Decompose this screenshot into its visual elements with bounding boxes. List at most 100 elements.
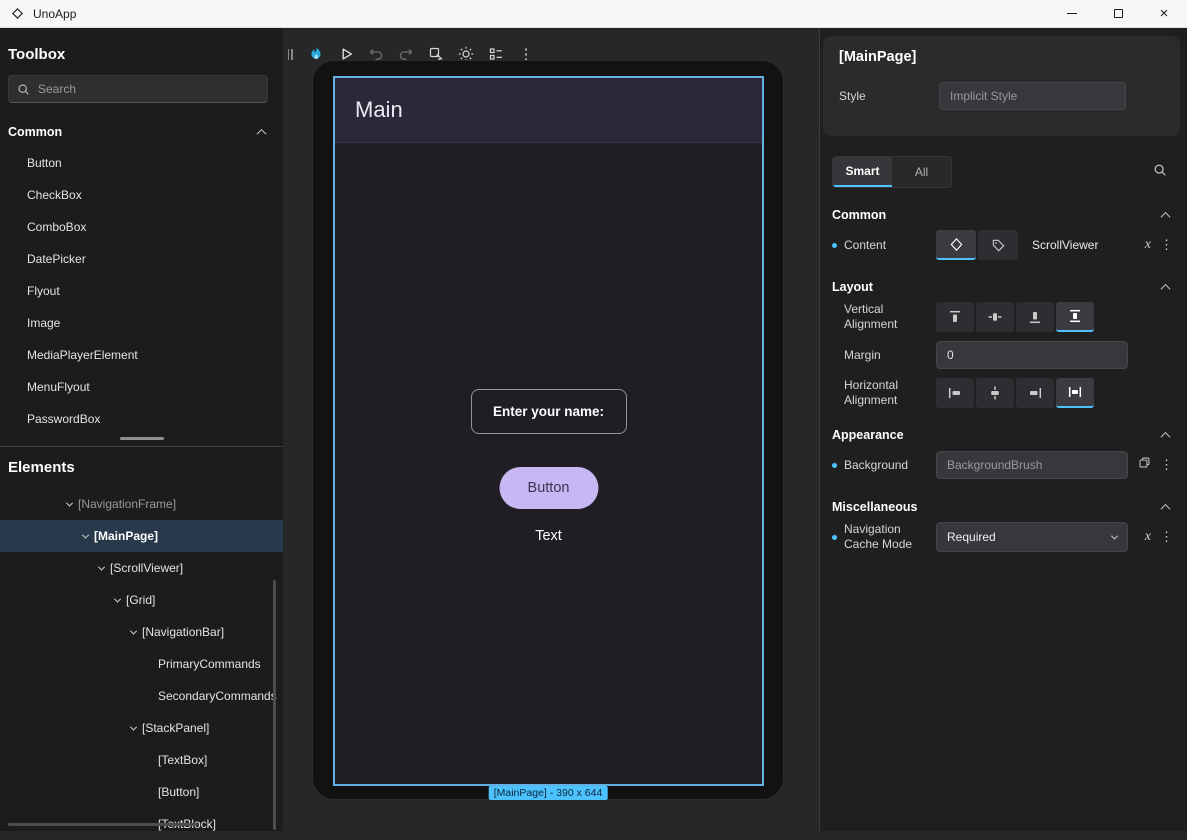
toolbox-item-checkbox[interactable]: CheckBox <box>0 179 283 211</box>
tree-item-textbox[interactable]: [TextBox] <box>0 744 283 776</box>
content-value: ScrollViewer <box>1032 238 1098 252</box>
tree-item-grid[interactable]: [Grid] <box>0 584 283 616</box>
search-input[interactable] <box>38 82 259 96</box>
property-row-background: Background BackgroundBrush ⋮ <box>832 450 1175 480</box>
properties-panel: [MainPage] Style Implicit Style Smart Al… <box>820 28 1187 831</box>
resource-picker-icon <box>1138 456 1151 469</box>
elements-vertical-scrollbar[interactable] <box>273 580 276 830</box>
tag-icon <box>991 238 1006 253</box>
align-vcenter-icon <box>987 309 1003 325</box>
binding-icon[interactable]: x <box>1145 237 1151 253</box>
toolbox-item-combobox[interactable]: ComboBox <box>0 211 283 243</box>
vertical-alignment-toggle <box>936 302 1094 332</box>
style-input[interactable]: Implicit Style <box>939 82 1126 110</box>
valign-top-button[interactable] <box>936 302 974 332</box>
margin-input[interactable]: 0 <box>936 341 1128 369</box>
content-label: Content <box>844 238 924 253</box>
halign-center-button[interactable] <box>976 378 1014 408</box>
preview-textbox[interactable]: Enter your name: <box>471 389 627 434</box>
halign-right-button[interactable] <box>1016 378 1054 408</box>
align-vstretch-icon <box>1067 308 1083 324</box>
tab-all[interactable]: All <box>892 157 951 187</box>
valign-bottom-button[interactable] <box>1016 302 1054 332</box>
close-icon: × <box>1160 6 1169 21</box>
app-preview[interactable]: Main Enter your name: Button Text <box>333 76 764 786</box>
halign-stretch-button[interactable] <box>1056 378 1094 408</box>
modified-indicator <box>832 535 844 540</box>
toolbox-item-image[interactable]: Image <box>0 307 283 339</box>
preview-textblock[interactable]: Text <box>535 528 562 544</box>
preview-page-title: Main <box>355 97 403 123</box>
tree-item-stackpanel[interactable]: [StackPanel] <box>0 712 283 744</box>
content-control-mode-button[interactable] <box>936 230 976 260</box>
tree-item-navigationframe[interactable]: [NavigationFrame] <box>0 488 283 520</box>
maximize-button[interactable] <box>1095 0 1141 27</box>
content-tag-mode-button[interactable] <box>978 230 1018 260</box>
tree-item-mainpage[interactable]: [MainPage] <box>0 520 283 552</box>
app-logo-icon <box>10 6 25 21</box>
binding-icon[interactable]: x <box>1145 529 1151 545</box>
toolbox-item-flyout[interactable]: Flyout <box>0 275 283 307</box>
selected-element-title: [MainPage] <box>839 49 1164 65</box>
tree-item-navigationbar[interactable]: [NavigationBar] <box>0 616 283 648</box>
margin-label: Margin <box>844 348 924 363</box>
valign-center-button[interactable] <box>976 302 1014 332</box>
close-button[interactable]: × <box>1141 0 1187 27</box>
chevron-up-icon <box>1161 211 1171 221</box>
kebab-menu-icon[interactable]: ⋮ <box>1160 237 1173 253</box>
property-row-margin: Margin 0 <box>832 340 1175 370</box>
valign-stretch-button[interactable] <box>1056 302 1094 332</box>
toolbox-item-datepicker[interactable]: DatePicker <box>0 243 283 275</box>
control-shape-icon <box>949 237 964 252</box>
preview-navbar[interactable]: Main <box>335 78 762 143</box>
resource-picker-button[interactable] <box>1138 456 1151 474</box>
tree-item-scrollviewer[interactable]: [ScrollViewer] <box>0 552 283 584</box>
align-right-icon <box>1027 385 1043 401</box>
preview-button[interactable]: Button <box>499 467 598 509</box>
halign-left-button[interactable] <box>936 378 974 408</box>
tree-item-secondarycommands[interactable]: SecondaryCommands <box>0 680 283 712</box>
minimize-icon <box>1067 13 1077 14</box>
flame-icon <box>308 45 325 63</box>
toolbar-drag-handle-icon[interactable] <box>283 40 297 68</box>
panel-splitter[interactable] <box>0 435 283 447</box>
chevron-down-icon <box>113 595 120 602</box>
horizontal-alignment-toggle <box>936 378 1094 408</box>
splitter-handle-icon <box>120 437 164 440</box>
design-canvas[interactable]: ⋮ Main Enter your name: Button Text [Mai… <box>283 28 820 831</box>
property-row-horizontal-alignment: Horizontal Alignment <box>832 378 1175 408</box>
properties-search-button[interactable] <box>1153 163 1167 182</box>
section-common[interactable]: Common <box>832 208 1169 222</box>
chevron-down-icon <box>81 531 88 538</box>
toolbox-title: Toolbox <box>0 28 283 75</box>
align-top-icon <box>947 309 963 325</box>
section-appearance[interactable]: Appearance <box>832 428 1169 442</box>
toolbox-item-mediaplayerelement[interactable]: MediaPlayerElement <box>0 339 283 371</box>
toolbox-section-common[interactable]: Common <box>0 117 283 147</box>
minimize-button[interactable] <box>1049 0 1095 27</box>
toolbox-item-menuflyout[interactable]: MenuFlyout <box>0 371 283 403</box>
elements-horizontal-scrollbar[interactable] <box>8 823 198 826</box>
toolbox-section-label: Common <box>8 125 62 139</box>
toolbox-item-button[interactable]: Button <box>0 147 283 179</box>
tab-smart[interactable]: Smart <box>833 157 892 187</box>
kebab-menu-icon[interactable]: ⋮ <box>1160 457 1173 473</box>
left-sidebar: Toolbox Common Button CheckBox ComboBox … <box>0 28 283 831</box>
kebab-menu-icon[interactable]: ⋮ <box>1160 529 1173 545</box>
property-row-vertical-alignment: Vertical Alignment <box>832 302 1175 332</box>
chevron-down-icon <box>97 563 104 570</box>
property-row-navigation-cache-mode: Navigation Cache Mode Required x ⋮ <box>832 522 1175 552</box>
tree-item-button[interactable]: [Button] <box>0 776 283 808</box>
content-mode-toggle <box>936 230 1018 260</box>
horizontal-alignment-label: Horizontal Alignment <box>844 378 924 408</box>
toolbox-item-passwordbox[interactable]: PasswordBox <box>0 403 283 435</box>
tree-item-primarycommands[interactable]: PrimaryCommands <box>0 648 283 680</box>
toolbox-search[interactable] <box>8 75 268 103</box>
section-miscellaneous[interactable]: Miscellaneous <box>832 500 1169 514</box>
property-row-content: Content ScrollViewer x ⋮ <box>832 230 1175 260</box>
background-input[interactable]: BackgroundBrush <box>936 451 1128 479</box>
chevron-up-icon <box>1161 283 1171 293</box>
navigation-cache-mode-dropdown[interactable]: Required <box>936 522 1128 552</box>
elements-title: Elements <box>0 447 283 488</box>
section-layout[interactable]: Layout <box>832 280 1169 294</box>
